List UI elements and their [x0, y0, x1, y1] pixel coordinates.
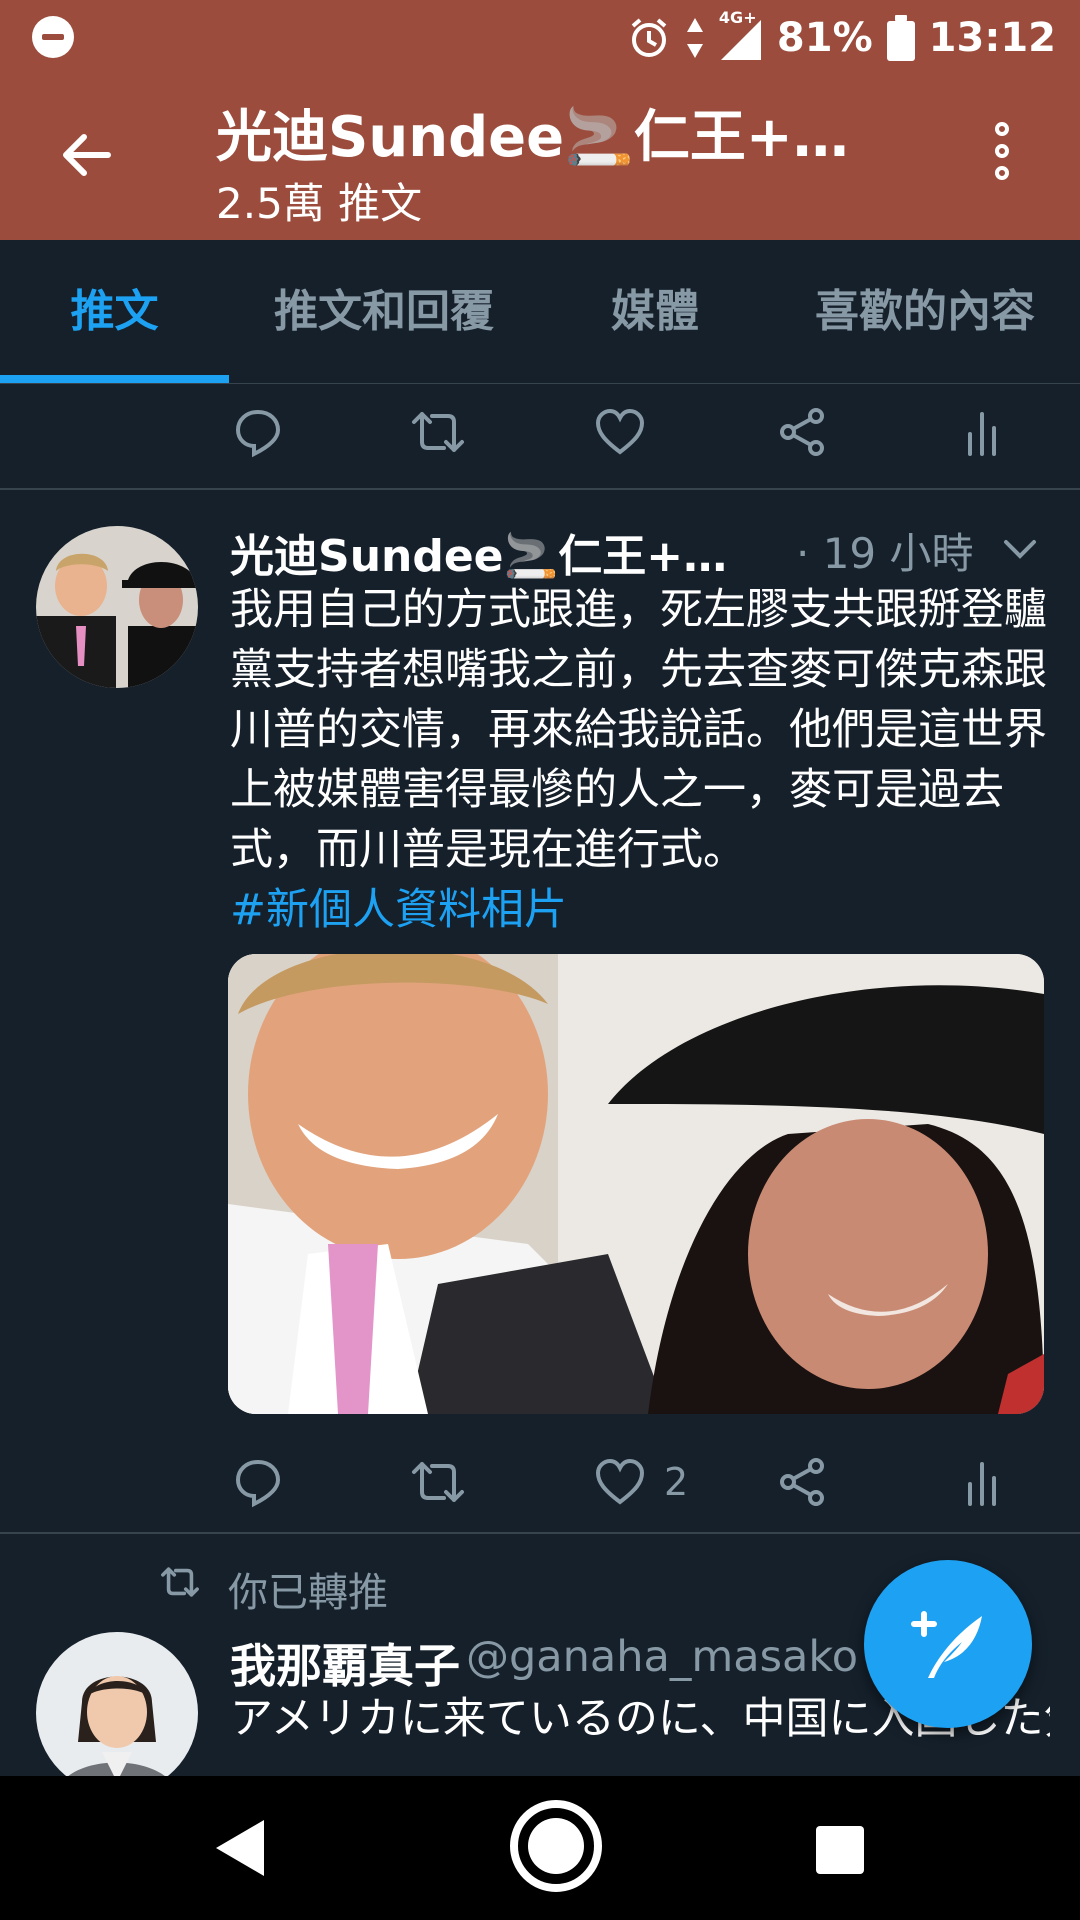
author-avatar[interactable]	[36, 1632, 198, 1794]
data-arrows-icon	[685, 16, 705, 60]
tab-tweets[interactable]: 推文	[0, 240, 229, 384]
nav-back-icon[interactable]	[212, 1816, 268, 1884]
battery-percent: 81%	[776, 15, 873, 61]
analytics-icon[interactable]	[966, 404, 998, 460]
like-count: 2	[664, 1460, 689, 1504]
tweet-text: 我用自己的方式跟進，死左膠支共跟掰登驢黨支持者想嘴我之前，先去查麥可傑克森跟川普…	[230, 585, 1047, 875]
previous-tweet-actions	[0, 384, 1080, 480]
retweet-icon[interactable]	[410, 1454, 466, 1510]
tab-likes[interactable]: 喜歡的內容	[800, 240, 1050, 384]
network-type: 4G+	[718, 8, 757, 27]
back-arrow-icon[interactable]	[56, 125, 116, 185]
compose-tweet-button[interactable]	[864, 1560, 1032, 1728]
hashtag-link[interactable]: #新個人資料相片	[230, 880, 567, 940]
tweet-count: 2.5萬 推文	[216, 179, 423, 228]
tweet-photo[interactable]	[228, 954, 1044, 1414]
tweet-timestamp: · 19 小時	[796, 529, 974, 578]
share-icon[interactable]	[776, 404, 828, 460]
retweeted-label: 你已轉推	[228, 1570, 388, 1616]
feather-plus-icon	[911, 1611, 982, 1678]
alarm-icon	[627, 16, 671, 60]
divider	[0, 1532, 1080, 1534]
system-navigation-bar	[0, 1776, 1080, 1920]
author-avatar[interactable]	[36, 526, 198, 688]
signal-icon: 4G+	[719, 8, 763, 60]
more-options-icon[interactable]	[990, 122, 1014, 188]
battery-icon	[886, 15, 915, 61]
analytics-icon[interactable]	[966, 1454, 998, 1510]
nav-recents-icon[interactable]	[816, 1826, 864, 1874]
retweeted-icon	[160, 1562, 200, 1602]
retweet-icon[interactable]	[410, 404, 466, 460]
tab-tweets-and-replies[interactable]: 推文和回覆	[254, 240, 514, 384]
profile-tabs: 推文 推文和回覆 媒體 喜歡的內容	[0, 240, 1080, 384]
like-button[interactable]: 2	[594, 1454, 688, 1510]
share-icon[interactable]	[776, 1454, 828, 1510]
divider	[0, 488, 1080, 490]
tweet-author-name[interactable]: 光迪Sundee🚬仁王+惡魔...	[230, 520, 770, 584]
do-not-disturb-icon	[32, 16, 74, 58]
reply-icon[interactable]	[232, 404, 284, 460]
reply-icon[interactable]	[232, 1454, 284, 1510]
like-icon[interactable]	[594, 404, 646, 460]
tweet-author-handle[interactable]: @ganaha_masako ·	[466, 1632, 885, 1682]
tab-media[interactable]: 媒體	[590, 240, 720, 384]
nav-home-icon[interactable]	[506, 1796, 606, 1896]
app-header: 4G+ 81% 13:12 光迪Sundee🚬仁王+惡... 2.5萬 推文	[0, 0, 1080, 240]
like-icon	[595, 1458, 645, 1505]
status-bar: 4G+ 81% 13:12	[0, 0, 1080, 75]
profile-title: 光迪Sundee🚬仁王+惡...	[216, 105, 876, 170]
tweet-actions: 2	[0, 1434, 1080, 1530]
active-tab-indicator	[0, 375, 229, 383]
clock: 13:12	[928, 15, 1056, 61]
chevron-down-icon[interactable]	[1000, 530, 1040, 570]
tweet-author-name[interactable]: 我那覇真子	[230, 1630, 460, 1696]
